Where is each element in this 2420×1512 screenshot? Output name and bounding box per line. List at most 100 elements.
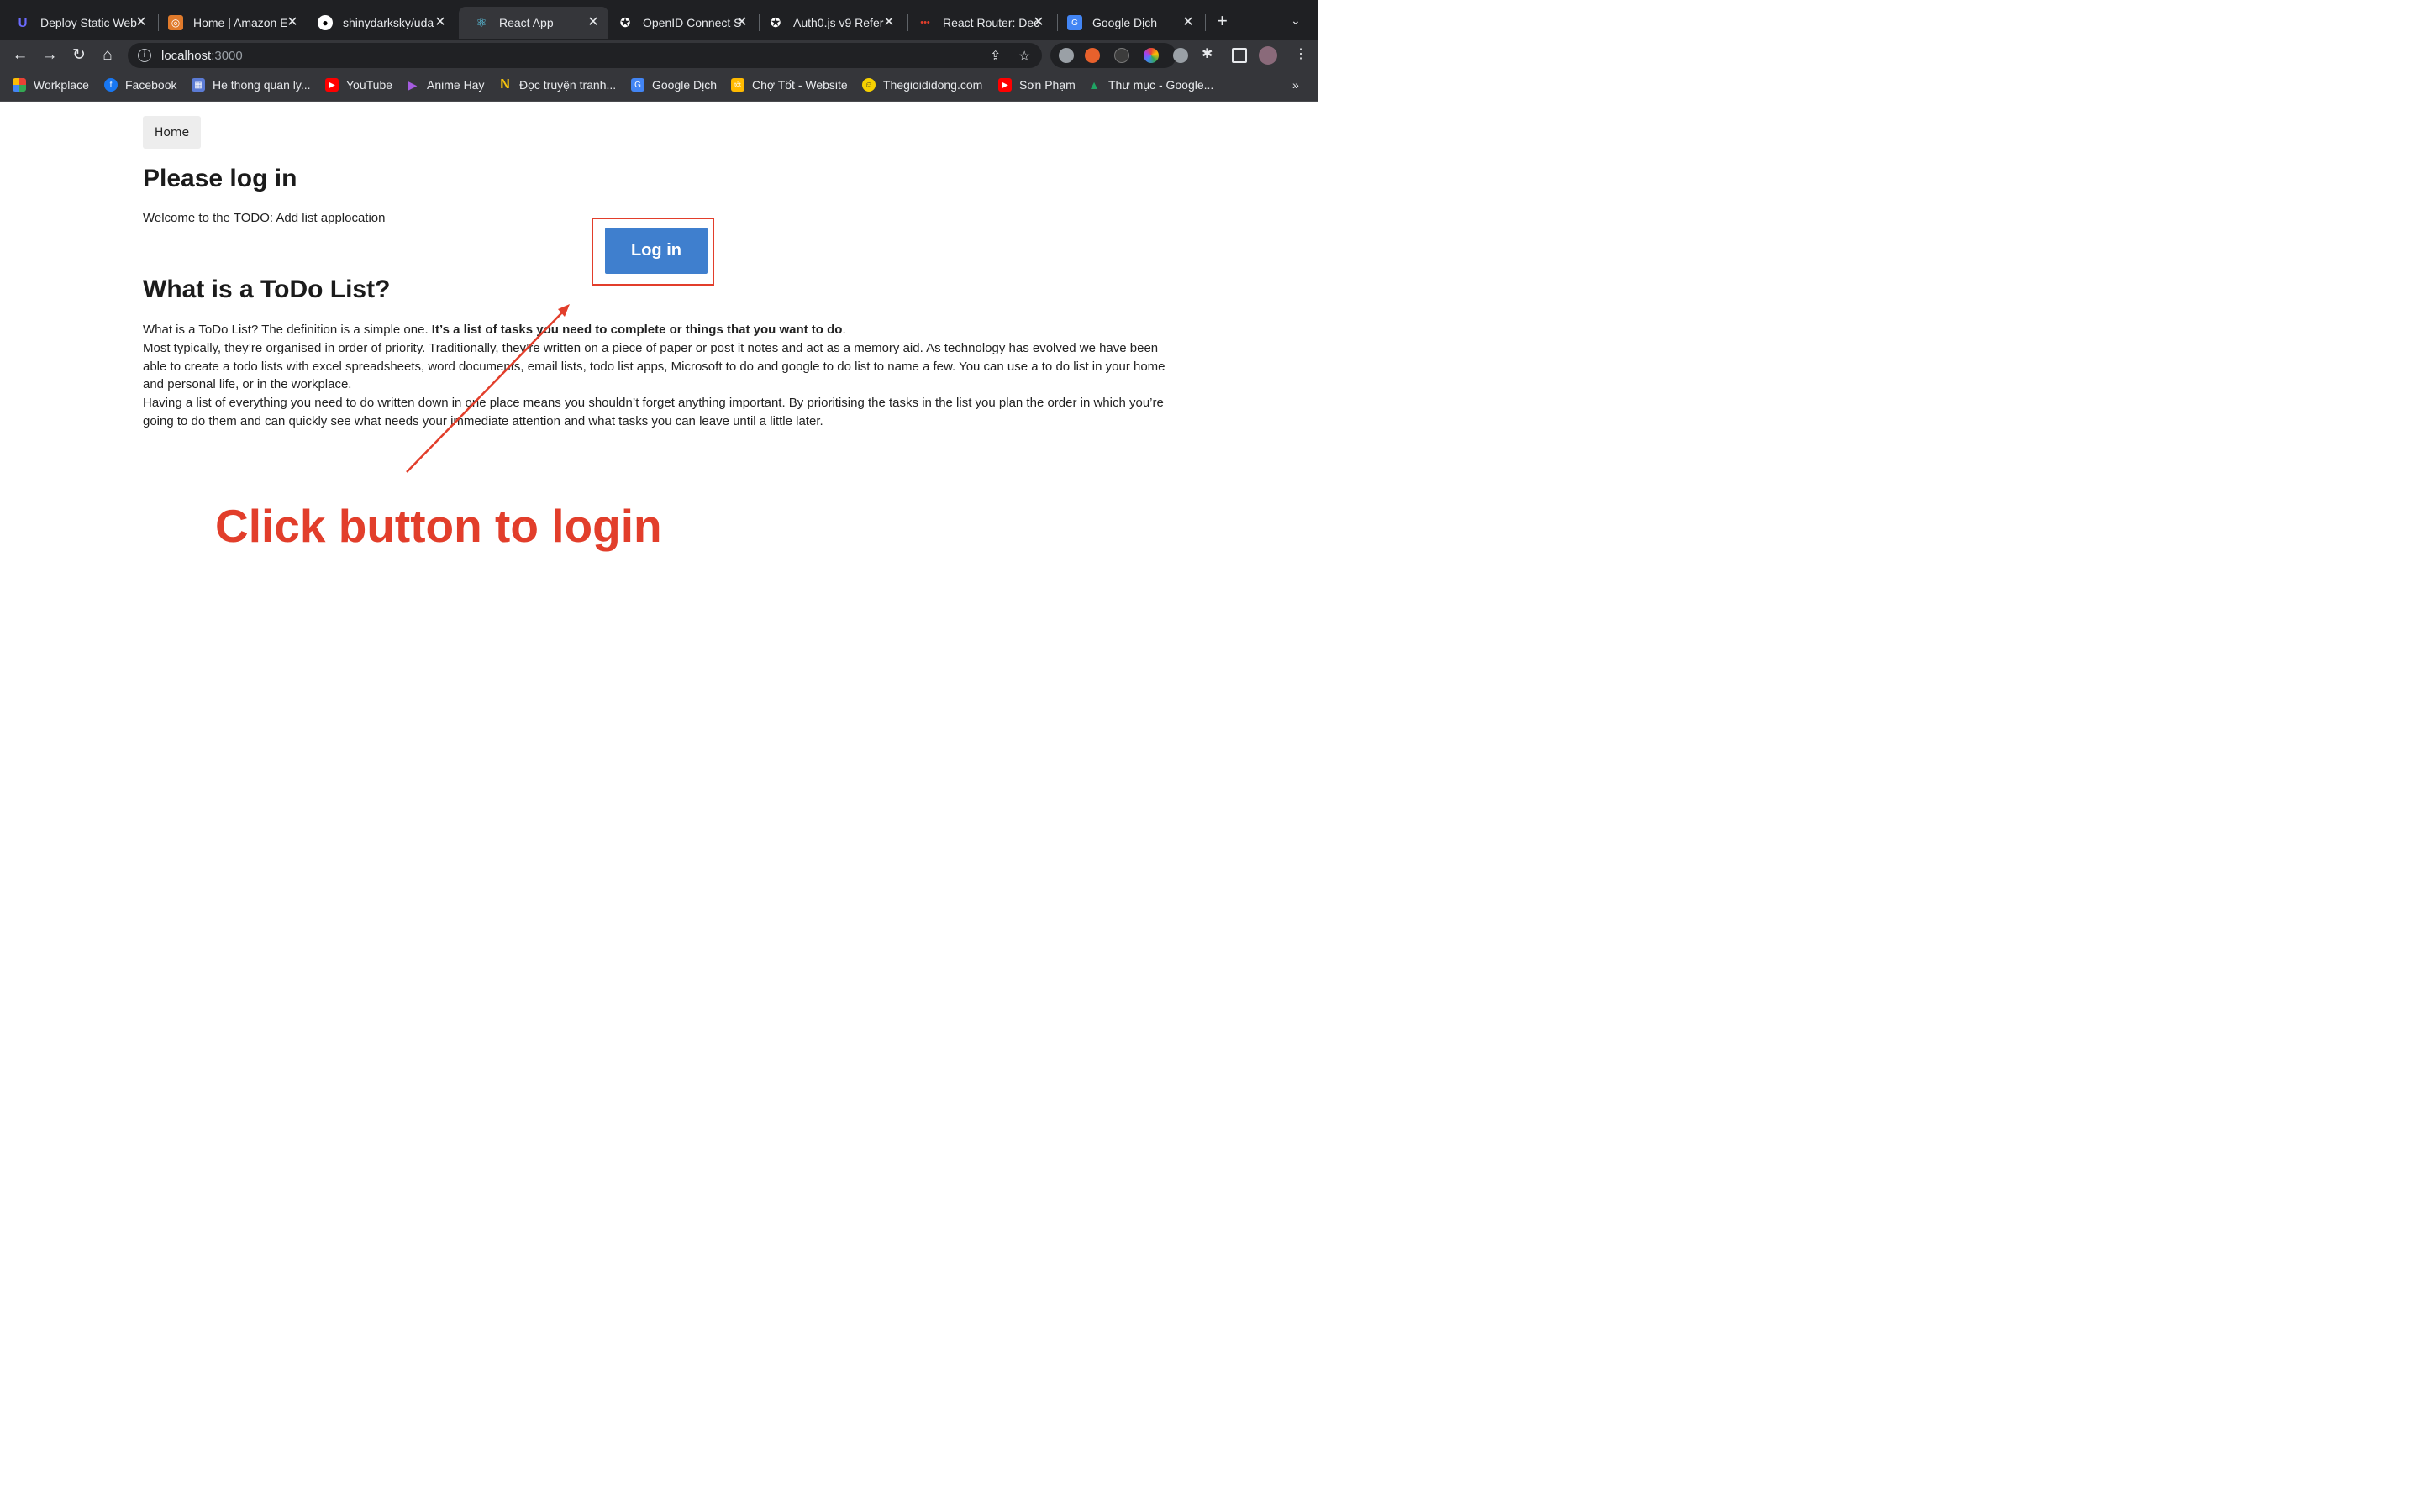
close-icon[interactable]: ✕: [1181, 15, 1195, 30]
extension-icon[interactable]: [1085, 48, 1100, 63]
color-wheel-extension-icon[interactable]: [1144, 48, 1159, 63]
tab-deploy-static-web[interactable]: U Deploy Static Web ✕: [0, 7, 156, 39]
bookmark-google-dich[interactable]: G Google Dịch: [631, 78, 717, 92]
bookmark-son-pham[interactable]: ▶ Sơn Phạm: [998, 78, 1076, 92]
bookmark-label: Facebook: [125, 78, 177, 92]
facebook-icon: f: [104, 78, 118, 92]
bookmark-label: Google Dịch: [652, 78, 718, 92]
paragraph-definition: What is a ToDo List? The definition is a…: [143, 321, 1176, 339]
bookmark-facebook[interactable]: f Facebook: [104, 78, 176, 92]
tab-title: React App: [499, 16, 554, 29]
close-icon[interactable]: ✕: [286, 15, 299, 30]
auth0-icon: ✪: [619, 16, 631, 30]
bookmark-label: He thong quan ly...: [213, 78, 311, 92]
close-icon[interactable]: ✕: [735, 15, 749, 30]
close-icon[interactable]: ✕: [882, 15, 896, 30]
google-translate-icon: G: [1067, 15, 1082, 30]
address-bar[interactable]: i localhost:3000 ⇪ ☆: [128, 43, 1042, 68]
youtube-icon: ▶: [325, 78, 339, 92]
paragraph-typical: Most typically, they’re organised in ord…: [143, 340, 1165, 392]
tab-title: Home | Amazon E: [193, 16, 288, 29]
aws-icon: ◎: [168, 15, 183, 30]
globe-extension-icon[interactable]: [1173, 48, 1188, 63]
tab-title: shinydarksky/uda: [343, 16, 434, 29]
tgdd-icon: ☺: [862, 78, 876, 92]
bookmark-anime-hay[interactable]: ▶ Anime Hay: [406, 77, 485, 92]
tab-title: Auth0.js v9 Refer: [793, 16, 884, 29]
close-icon[interactable]: ✕: [434, 15, 447, 30]
bookmark-he-thong[interactable]: ▦ He thong quan ly...: [192, 78, 310, 92]
address-host: localhost: [161, 48, 212, 63]
n-icon: N: [500, 77, 510, 92]
address-port: :3000: [211, 48, 243, 63]
login-button[interactable]: Log in: [605, 228, 708, 274]
new-tab-button[interactable]: +: [1217, 12, 1228, 30]
color-picker-extension-icon[interactable]: [1059, 48, 1074, 63]
profile-avatar[interactable]: [1259, 46, 1277, 65]
bookmark-label: Chợ Tốt - Website: [752, 78, 848, 92]
bookmarks-bar: Workplace f Facebook ▦ He thong quan ly.…: [0, 71, 1318, 102]
home-icon-button[interactable]: ⌂: [97, 45, 118, 66]
browser-toolbar: ← → ↻ ⌂ i localhost:3000 ⇪ ☆ ✱ ⋮: [0, 40, 1318, 71]
tab-google-translate[interactable]: G Google Dịch ✕: [1052, 7, 1203, 39]
home-button[interactable]: Home: [143, 116, 201, 149]
bookmark-label: Sơn Phạm: [1019, 78, 1076, 92]
tab-react-router[interactable]: ••• React Router: Dec ✕: [902, 7, 1054, 39]
close-icon[interactable]: ✕: [587, 15, 600, 30]
tab-separator: [1205, 14, 1206, 31]
tab-title: OpenID Connect S: [643, 16, 742, 29]
tab-title: Deploy Static Web: [40, 16, 137, 29]
menu-kebab-icon[interactable]: ⋮: [1294, 45, 1307, 62]
json-extension-icon[interactable]: [1114, 48, 1129, 63]
bookmark-label: Thư mục - Google...: [1108, 78, 1214, 92]
definition-end: .: [842, 323, 846, 337]
close-icon[interactable]: ✕: [1032, 15, 1045, 30]
bookmark-label: Workplace: [34, 78, 89, 92]
back-button[interactable]: ←: [10, 45, 30, 66]
bookmark-doc-truyen[interactable]: N Đọc truyện tranh...: [498, 77, 617, 92]
definition-text: What is a ToDo List? The definition is a…: [143, 323, 432, 337]
grid-icon: ▦: [192, 78, 205, 92]
react-icon: ⚛: [476, 16, 487, 30]
bookmark-label: YouTube: [346, 78, 393, 92]
udacity-icon: U: [18, 15, 28, 30]
share-icon[interactable]: ⇪: [990, 48, 1001, 65]
chotot-icon: tốt: [731, 78, 744, 92]
tab-github[interactable]: ● shinydarksky/uda ✕: [302, 7, 455, 39]
welcome-text: Welcome to the TODO: Add list applocatio…: [143, 211, 386, 225]
bookmark-youtube[interactable]: ▶ YouTube: [325, 78, 392, 92]
bookmark-thegioididong[interactable]: ☺ Thegioididong.com: [862, 78, 982, 92]
forward-button[interactable]: →: [39, 45, 60, 66]
tab-auth0js[interactable]: ✪ Auth0.js v9 Refer ✕: [753, 7, 904, 39]
tab-openid-connect[interactable]: ✪ OpenID Connect S ✕: [602, 7, 757, 39]
tab-title: React Router: Dec: [943, 16, 1040, 29]
bookmark-star-icon[interactable]: ☆: [1018, 48, 1030, 65]
tab-search-chevron-icon[interactable]: ⌄: [1291, 13, 1301, 28]
extensions-area: [1050, 43, 1176, 68]
bookmark-label: Đọc truyện tranh...: [519, 78, 617, 92]
react-router-icon: •••: [920, 18, 930, 28]
annotation-text: Click button to login: [215, 500, 662, 552]
tab-amazon[interactable]: ◎ Home | Amazon E ✕: [153, 7, 308, 39]
tab-react-app[interactable]: ⚛ React App ✕: [459, 7, 608, 39]
reload-button[interactable]: ↻: [69, 45, 89, 66]
bookmark-cho-tot[interactable]: tốt Chợ Tốt - Website: [731, 78, 848, 92]
puzzle-extensions-icon[interactable]: ✱: [1202, 45, 1213, 62]
todo-description: What is a ToDo List? The definition is a…: [143, 321, 1176, 431]
auth0-icon: ✪: [770, 16, 781, 30]
page-title: Please log in: [143, 165, 297, 192]
bookmark-workplace[interactable]: Workplace: [13, 78, 89, 92]
more-bookmarks-button[interactable]: »: [1292, 78, 1299, 92]
site-info-icon[interactable]: i: [138, 49, 151, 62]
section-title: What is a ToDo List?: [143, 276, 391, 303]
github-icon: ●: [318, 15, 333, 30]
workplace-icon: [13, 78, 26, 92]
bookmark-label: Anime Hay: [427, 78, 485, 92]
play-icon: ▶: [408, 77, 418, 92]
youtube-icon: ▶: [998, 78, 1012, 92]
drive-icon: ▲: [1088, 78, 1100, 92]
bookmark-thu-muc[interactable]: ▲ Thư mục - Google...: [1087, 78, 1213, 92]
side-panel-icon[interactable]: [1232, 48, 1247, 63]
close-icon[interactable]: ✕: [134, 15, 148, 30]
definition-bold-text: It’s a list of tasks you need to complet…: [431, 323, 843, 337]
